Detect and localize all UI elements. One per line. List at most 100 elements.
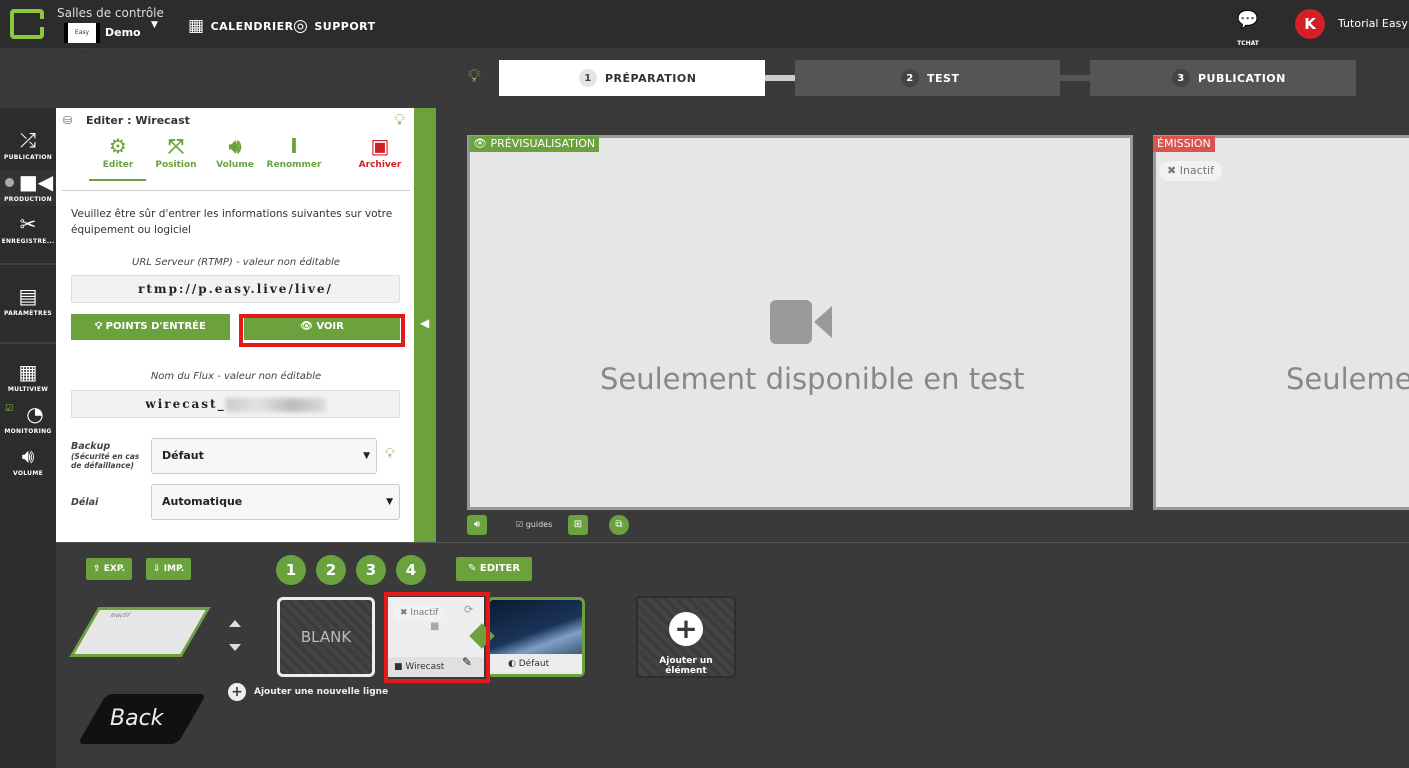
delay-select[interactable]: Automatique ▼ xyxy=(151,484,400,520)
app-logo[interactable] xyxy=(10,9,44,39)
database-icon: ⛁ xyxy=(63,114,73,127)
nav-support[interactable]: ◎ SUPPORT xyxy=(293,16,376,36)
room-logo: Easy Live xyxy=(64,23,100,56)
caret-down-icon[interactable]: ▼ xyxy=(151,20,158,30)
speaker-icon: 🔊︎ xyxy=(228,134,242,158)
import-button[interactable]: ⇩ IMP. xyxy=(146,558,192,580)
tab-rename[interactable]: I Renommer xyxy=(264,134,324,170)
pencil-icon: ✎ xyxy=(468,563,477,574)
scissors-icon: ✂ xyxy=(19,212,37,236)
lightbulb-icon[interactable]: 💡︎ xyxy=(385,446,395,462)
text-cursor-icon: I xyxy=(290,134,298,158)
layer-3-button[interactable]: 3 xyxy=(356,555,386,585)
move-up-icon[interactable] xyxy=(229,620,241,627)
popout-button[interactable]: ⧉ xyxy=(609,515,629,535)
room-title: Salles de contrôle xyxy=(57,6,164,20)
check-icon: ☑ xyxy=(5,404,14,414)
add-line-button[interactable]: + Ajouter une nouvelle ligne xyxy=(228,683,388,701)
speaker-icon: 🔊︎ xyxy=(473,519,481,530)
top-bar: Salles de contrôle Easy Live Demo ▼ ▦ CA… xyxy=(0,0,1409,56)
step-connector xyxy=(1059,75,1091,81)
step-preparation[interactable]: 1 PRÉPARATION xyxy=(499,60,765,96)
sidebar-divider xyxy=(0,263,56,265)
chat-button[interactable]: 💬 TCHAT xyxy=(1234,10,1262,49)
lifebuoy-icon: ◎ xyxy=(293,16,309,36)
sidebar-item-volume[interactable]: 🔊︎ VOLUME xyxy=(0,444,56,477)
input-points-button[interactable]: 💡︎ POINTS D'ENTRÉE xyxy=(71,314,230,340)
sidebar-item-publication[interactable]: ⤮ PUBLICATION xyxy=(0,128,56,161)
checkbox-icon: ☑ xyxy=(516,520,524,529)
tab-edit[interactable]: ⚙ Editer xyxy=(88,134,148,170)
info-text: Veuillez être sûr d'entrer les informati… xyxy=(71,208,393,236)
plus-icon: + xyxy=(228,683,246,701)
default-tile[interactable]: ◐ Défaut xyxy=(487,597,585,677)
layer-2-button[interactable]: 2 xyxy=(316,555,346,585)
edit-scene-button[interactable]: ✎ EDITER xyxy=(456,557,533,581)
layer-1-button[interactable]: 1 xyxy=(276,555,306,585)
highlight-box xyxy=(384,592,490,683)
caret-down-icon: ▼ xyxy=(363,451,370,461)
tab-volume[interactable]: 🔊︎ Volume xyxy=(205,134,265,170)
status-badge: ✖ Inactif xyxy=(1159,161,1222,181)
sidebar-item-settings[interactable]: ▤ PARAMÈTRES xyxy=(0,284,56,317)
add-element-tile[interactable]: + Ajouter un élément xyxy=(636,596,736,678)
avatar[interactable]: K xyxy=(1295,9,1325,39)
move-down-icon[interactable] xyxy=(229,644,241,651)
left-sidebar: ⤮ PUBLICATION ■◀ PRODUCTION ✂ ENREGISTRE… xyxy=(0,108,56,768)
tab-divider xyxy=(62,190,410,191)
rtmp-url-field[interactable]: rtmp://p.easy.live/live/ xyxy=(71,275,400,303)
download-icon: ⇩ xyxy=(153,564,161,574)
chat-bubble-icon: 💬 xyxy=(1237,10,1259,30)
guides-toggle[interactable]: ☑ guides xyxy=(516,520,552,529)
preview-message: Seulement disponible en test xyxy=(600,362,1025,396)
sidebar-item-multiview[interactable]: ▦ MULTIVIEW xyxy=(0,360,56,393)
blank-tile[interactable]: BLANK xyxy=(277,597,375,677)
layout-button[interactable]: ⊞ xyxy=(568,515,588,535)
backup-label: Backup (Sécurité en cas de défaillance) xyxy=(71,441,140,470)
step-test[interactable]: 2 TEST xyxy=(795,60,1060,96)
calendar-icon: ▦ xyxy=(188,16,205,36)
sidebar-item-recording[interactable]: ✂ ENREGISTRE... xyxy=(0,212,56,245)
emission-message: Seulemen xyxy=(1286,362,1409,396)
shield-icon: ◐ xyxy=(508,659,516,669)
archive-box-icon: ▣ xyxy=(370,134,390,158)
tab-position[interactable]: ⤧ Position xyxy=(146,134,206,170)
popout-icon: ⧉ xyxy=(615,519,623,530)
emission-screen[interactable] xyxy=(1153,135,1409,510)
back-label: Back xyxy=(110,706,164,731)
volume-toggle-button[interactable]: 🔊︎ xyxy=(467,515,487,535)
lightbulb-icon[interactable]: 💡︎ xyxy=(394,110,405,130)
panel-collapse-bar[interactable]: ◀ xyxy=(414,108,436,542)
backup-select[interactable]: Défaut ▼ xyxy=(151,438,377,474)
stream-name-field[interactable]: wirecast_ xyxy=(71,390,400,418)
lightbulb-icon[interactable]: 💡︎ xyxy=(468,66,481,87)
caret-down-icon: ▼ xyxy=(386,497,393,507)
layer-4-button[interactable]: 4 xyxy=(396,555,426,585)
eye-icon: 👁︎ xyxy=(473,137,487,150)
expand-arrows-icon: ⤧ xyxy=(168,134,184,158)
step-publication[interactable]: 3 PUBLICATION xyxy=(1090,60,1356,96)
lightbulb-icon: 💡︎ xyxy=(95,321,103,332)
nav-calendar[interactable]: ▦ CALENDRIER xyxy=(188,16,294,36)
user-name[interactable]: Tutorial Easy L xyxy=(1338,17,1409,30)
blurred-text xyxy=(225,397,326,412)
shuffle-icon: ⤮ xyxy=(20,128,36,152)
delay-label: Délai xyxy=(71,497,99,508)
close-icon: ✖ xyxy=(1167,164,1177,177)
sidebar-divider xyxy=(0,342,56,344)
sidebar-item-production[interactable]: ■◀ PRODUCTION xyxy=(0,170,56,206)
upload-icon: ⇪ xyxy=(93,564,101,574)
step-connector xyxy=(764,75,796,81)
status-dot xyxy=(5,178,14,187)
video-camera-icon xyxy=(770,300,832,344)
tab-archive[interactable]: ▣ Archiver xyxy=(350,134,410,170)
room-selector[interactable]: Demo xyxy=(105,26,141,39)
sidebar-item-monitoring[interactable]: ☑ ◔ MONITORING xyxy=(0,402,56,435)
gear-icon: ⚙ xyxy=(109,134,127,158)
rtmp-label: URL Serveur (RTMP) - valeur non éditable xyxy=(132,257,340,268)
windows-icon: ⊞ xyxy=(573,519,583,530)
stream-label: Nom du Flux - valeur non éditable xyxy=(150,371,322,382)
export-button[interactable]: ⇪ EXP. xyxy=(86,558,133,580)
chevron-left-icon[interactable]: ◀ xyxy=(420,316,429,330)
editor-panel: ⛁ Editer : Wirecast 💡︎ ⚙ Editer ⤧ Positi… xyxy=(56,108,414,542)
